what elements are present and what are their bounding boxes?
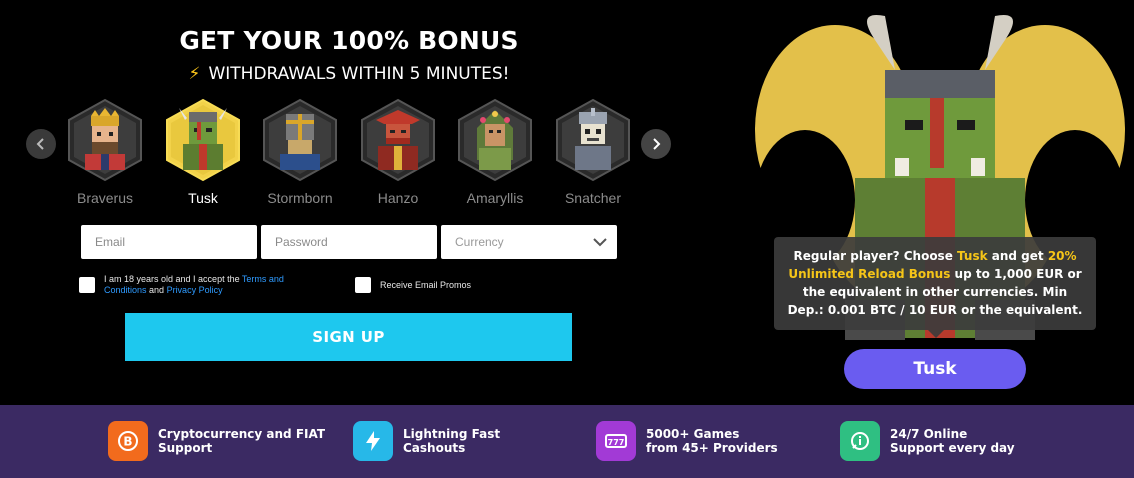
feature-cashouts-text: Lightning Fast Cashouts [403, 427, 500, 455]
feature-line1: Cryptocurrency and FIAT [158, 427, 326, 441]
feature-line2: Support every day [890, 441, 1015, 455]
hero-option-tusk[interactable]: Tusk [161, 98, 245, 206]
tooltip-pointer [928, 330, 944, 338]
tusk-avatar [166, 98, 240, 182]
feature-line2: from 45+ Providers [646, 441, 778, 455]
feature-crypto-text: Cryptocurrency and FIAT Support [158, 427, 325, 455]
feature-line1: 24/7 Online [890, 427, 968, 441]
braverus-avatar [68, 98, 142, 182]
feature-cashouts: Lightning Fast Cashouts [353, 421, 500, 461]
hero-bonus-tooltip: Regular player? Choose Tusk and get 20% … [774, 237, 1096, 330]
svg-text:777: 777 [608, 438, 625, 447]
promo-subline: ⚡ WITHDRAWALS WITHIN 5 MINUTES! [0, 64, 698, 84]
chevron-left-icon [36, 138, 44, 150]
feature-line2: Support [158, 441, 213, 455]
hero-option-snatcher[interactable]: Snatcher [551, 98, 635, 206]
email-input[interactable] [81, 225, 257, 259]
feature-games: 777 5000+ Games from 45+ Providers [596, 421, 778, 461]
carousel-prev-button[interactable] [26, 129, 56, 159]
tusk-character-art [755, 15, 1125, 340]
feature-line1: Lightning Fast [403, 427, 501, 441]
chevron-down-icon [593, 238, 607, 247]
hero-name: Braverus [76, 190, 134, 206]
amaryllis-avatar [458, 98, 532, 182]
hero-name: Amaryllis [466, 190, 524, 206]
svg-text:B: B [123, 435, 132, 449]
feature-support: 24/7 Online Support every day [840, 421, 1015, 461]
email-promos-label: Receive Email Promos [380, 280, 472, 290]
hero-option-braverus[interactable]: Braverus [63, 98, 147, 206]
privacy-policy-link[interactable]: Privacy Policy [167, 285, 223, 295]
registration-section: GET YOUR 100% BONUS ⚡ WITHDRAWALS WITHIN … [0, 0, 1134, 405]
password-input[interactable] [261, 225, 437, 259]
lightning-icon [353, 421, 393, 461]
currency-select-value: Currency [455, 235, 504, 249]
tooltip-hero-name: Tusk [957, 249, 988, 263]
sign-up-button[interactable]: SIGN UP [125, 313, 572, 361]
currency-select[interactable]: Currency [441, 225, 617, 259]
slot-machine-icon: 777 [596, 421, 636, 461]
terms-label: I am 18 years old and I accept the Terms… [104, 274, 324, 296]
feature-line1: 5000+ Games [646, 427, 740, 441]
chevron-right-icon [653, 138, 661, 150]
feature-crypto: B Cryptocurrency and FIAT Support [108, 421, 325, 461]
carousel-next-button[interactable] [641, 129, 671, 159]
feature-games-text: 5000+ Games from 45+ Providers [646, 427, 778, 455]
hero-name: Tusk [188, 190, 218, 206]
email-promos-checkbox[interactable] [355, 277, 371, 293]
snatcher-avatar [556, 98, 630, 182]
tooltip-text-1: Regular player? Choose [793, 249, 958, 263]
features-bar: B Cryptocurrency and FIAT Support Lightn… [0, 405, 1134, 478]
stormborn-avatar [263, 98, 337, 182]
feature-support-text: 24/7 Online Support every day [890, 427, 1015, 455]
terms-and: and [146, 285, 167, 295]
hanzo-avatar [361, 98, 435, 182]
lightning-icon: ⚡ [188, 64, 201, 84]
terms-prefix: I am 18 years old and I accept the [104, 274, 242, 284]
hero-option-stormborn[interactable]: Stormborn [258, 98, 342, 206]
promo-subline-text: WITHDRAWALS WITHIN 5 MINUTES! [208, 64, 510, 84]
selected-hero-button[interactable]: Tusk [844, 349, 1026, 389]
hero-name: Hanzo [377, 190, 419, 206]
terms-checkbox[interactable] [79, 277, 95, 293]
tooltip-text-2: and get [987, 249, 1048, 263]
hero-option-hanzo[interactable]: Hanzo [356, 98, 440, 206]
support-chat-icon [840, 421, 880, 461]
feature-line2: Cashouts [403, 441, 466, 455]
hero-option-amaryllis[interactable]: Amaryllis [453, 98, 537, 206]
promo-headline: GET YOUR 100% BONUS [179, 26, 519, 55]
bitcoin-icon: B [108, 421, 148, 461]
hero-name: Snatcher [564, 190, 622, 206]
hero-name: Stormborn [267, 190, 333, 206]
